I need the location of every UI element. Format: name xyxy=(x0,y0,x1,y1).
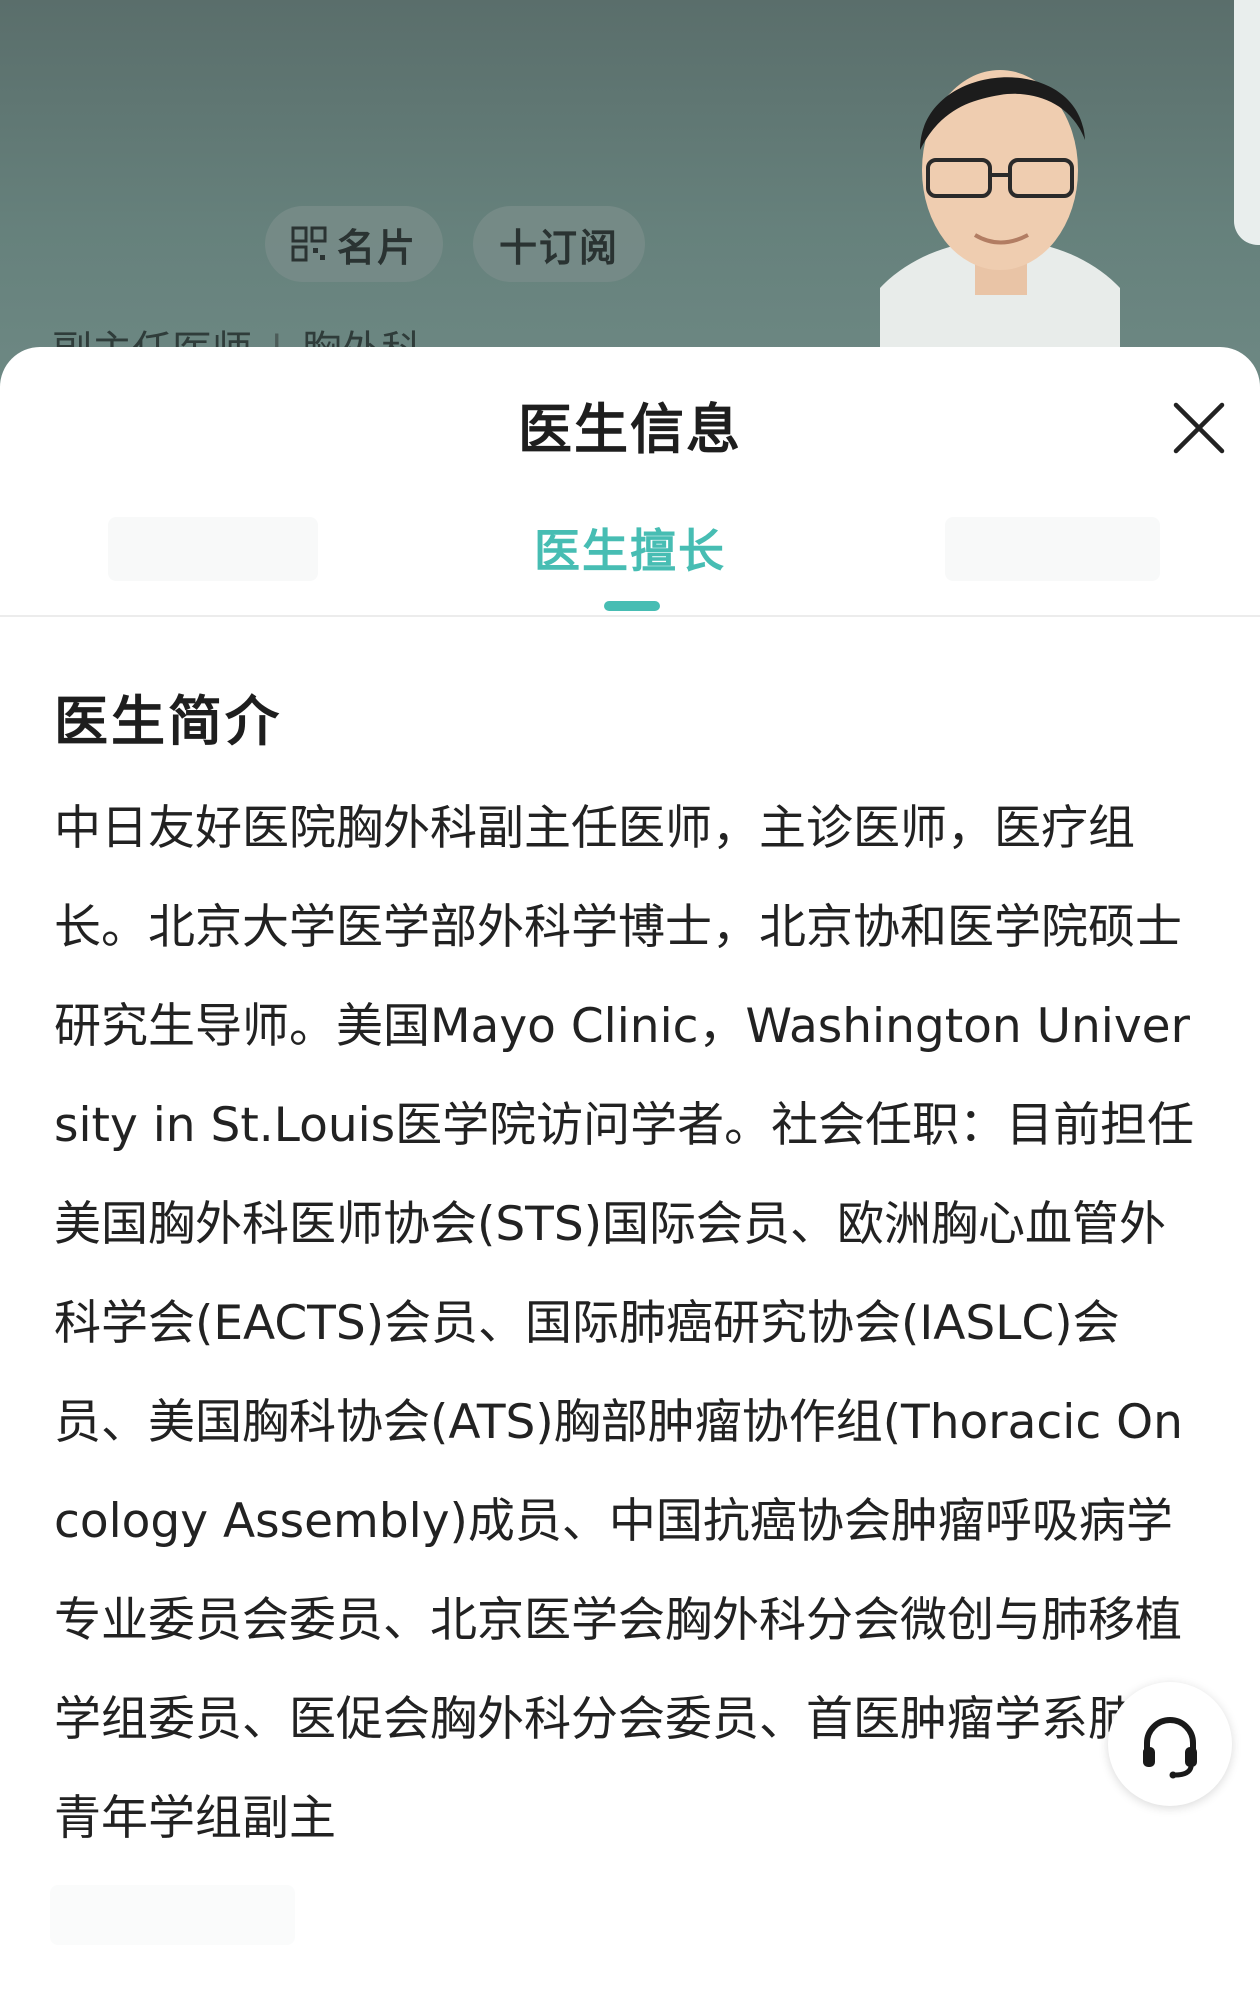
close-icon[interactable] xyxy=(1170,399,1228,457)
headset-icon xyxy=(1143,1717,1197,1779)
doctor-info-sheet: 医生信息 医生擅长 医生简介 中日友好医院胸外科副主任医师，主诊医师，医疗组长。… xyxy=(0,347,1260,2014)
subscribe-label: 十订阅 xyxy=(498,225,619,270)
qr-code-icon xyxy=(291,226,327,262)
business-card-button[interactable]: 名片 xyxy=(265,206,443,282)
divider xyxy=(0,615,1260,617)
customer-service-button[interactable] xyxy=(1108,1682,1232,1806)
tab-bar: 医生擅长 xyxy=(0,497,1260,617)
doctor-photo xyxy=(880,70,1120,350)
business-card-label: 名片 xyxy=(336,225,417,270)
scroll-indicator[interactable] xyxy=(1234,0,1260,245)
placeholder-block xyxy=(50,1885,295,1945)
section-title: 医生简介 xyxy=(54,690,282,753)
subscribe-button[interactable]: 十订阅 xyxy=(473,206,645,282)
doctor-introduction: 中日友好医院胸外科副主任医师，主诊医师，医疗组长。北京大学医学部外科学博士，北京… xyxy=(54,801,1195,1846)
active-tab-indicator xyxy=(604,601,660,611)
sheet-title: 医生信息 xyxy=(518,398,742,461)
tab-right[interactable] xyxy=(945,517,1160,581)
